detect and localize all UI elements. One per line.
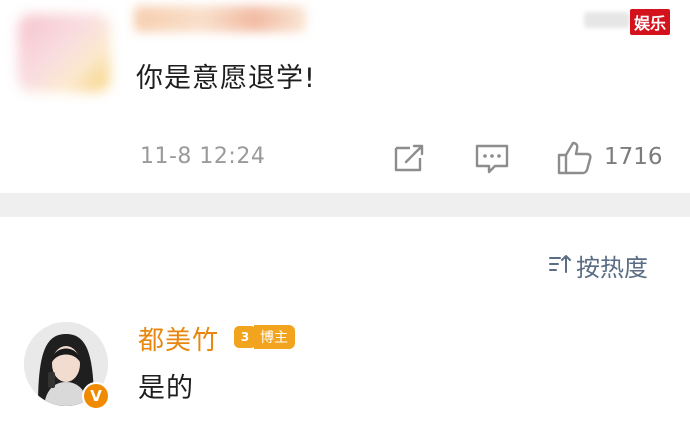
watermark-badge: 娱乐 [630, 9, 671, 35]
thumb-up-icon[interactable] [556, 140, 594, 180]
sort-label: 按热度 [576, 254, 648, 282]
share-icon[interactable] [392, 142, 426, 178]
comment-text: 你是意愿退学! [136, 63, 316, 94]
username-blurred[interactable] [134, 6, 306, 32]
comment-timestamp: 11-8 12:24 [140, 144, 266, 169]
reply-text: 是的 [138, 373, 194, 404]
verified-badge: V [82, 382, 110, 410]
section-divider [0, 193, 690, 217]
like-count: 1716 [604, 144, 663, 170]
watermark-blur [584, 12, 630, 28]
comment-icon[interactable] [474, 142, 510, 180]
crown-level-icon: 3 [234, 326, 256, 348]
blogger-badge: 3 博主 [234, 324, 295, 350]
blogger-badge-label: 博主 [254, 325, 295, 349]
username[interactable]: 都美竹 [138, 320, 219, 357]
sort-by-hot-button[interactable]: 按热度 [548, 248, 648, 283]
avatar-blurred[interactable] [18, 14, 110, 92]
sort-icon [548, 252, 572, 280]
